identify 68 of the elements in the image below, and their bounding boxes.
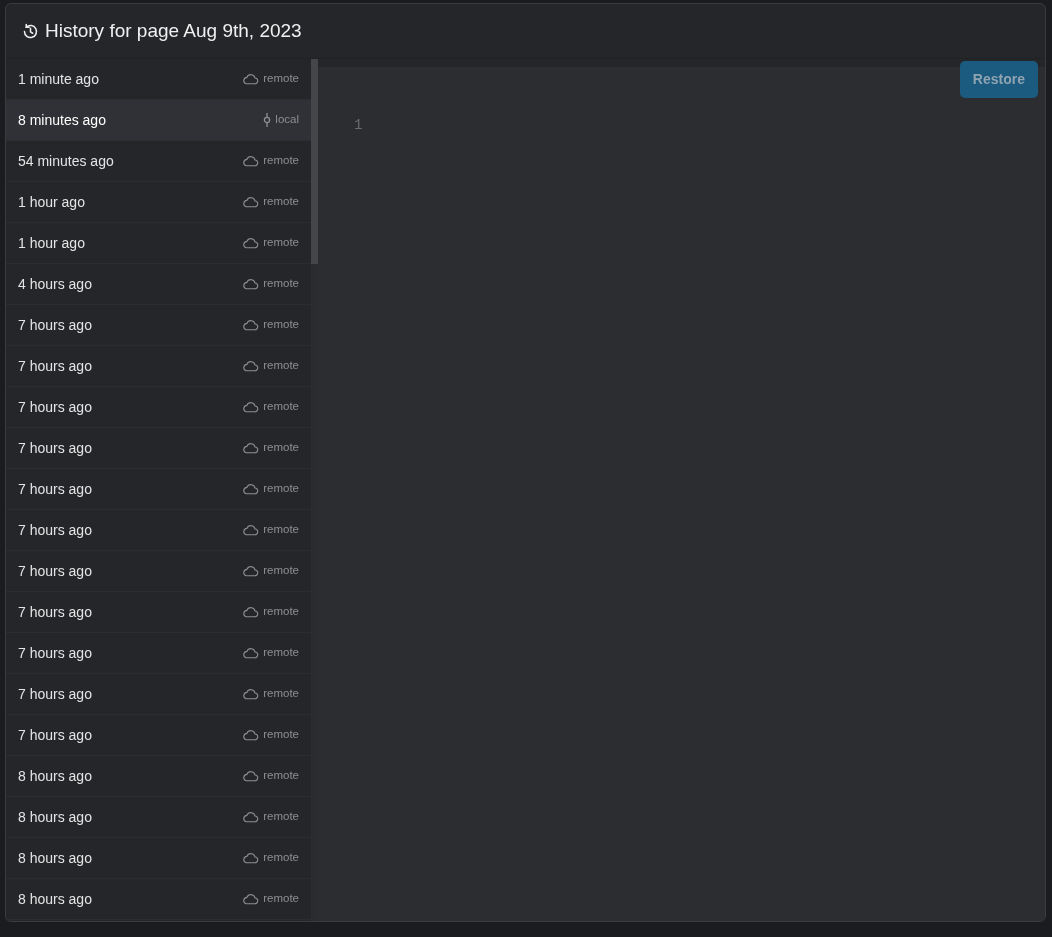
version-time: 7 hours ago [18,684,92,704]
source-label: remote [263,768,299,784]
source-label: remote [263,276,299,292]
version-time: 7 hours ago [18,315,92,335]
version-time: 7 hours ago [18,643,92,663]
source-label: local [275,112,299,128]
version-time: 8 hours ago [18,848,92,868]
cloud-icon [242,688,260,700]
scrollbar[interactable] [311,59,318,921]
version-time: 4 hours ago [18,274,92,294]
cloud-icon [242,237,260,249]
cloud-icon [242,155,260,167]
version-time: 8 hours ago [18,889,92,909]
version-time: 7 hours ago [18,561,92,581]
cloud-icon [242,319,260,331]
source-label: remote [263,522,299,538]
source-label: remote [263,440,299,456]
source-label: remote [263,604,299,620]
cloud-icon [242,196,260,208]
source-label: remote [263,235,299,251]
version-time: 7 hours ago [18,479,92,499]
version-time: 1 hour ago [18,233,85,253]
source-label: remote [263,850,299,866]
commit-icon [263,112,272,128]
version-time: 7 hours ago [18,725,92,745]
source-label: remote [263,809,299,825]
version-time: 7 hours ago [18,520,92,540]
cloud-icon [242,647,260,659]
source-label: remote [263,399,299,415]
source-label: remote [263,194,299,210]
cloud-icon [242,770,260,782]
version-time: 1 minute ago [18,69,99,89]
version-time: 8 minutes ago [18,110,106,130]
version-time: 7 hours ago [18,602,92,622]
cloud-icon [242,729,260,741]
cloud-icon [242,893,260,905]
source-label: remote [263,891,299,907]
cloud-icon [242,565,260,577]
source-label: remote [263,358,299,374]
source-label: remote [263,727,299,743]
cloud-icon [242,278,260,290]
version-time: 7 hours ago [18,356,92,376]
source-label: remote [263,481,299,497]
source-label: remote [263,317,299,333]
version-time: 8 hours ago [18,766,92,786]
source-label: remote [263,71,299,87]
version-time: 8 hours ago [18,807,92,827]
version-item[interactable]: 8 minutes ago local [6,100,311,141]
version-time: 7 hours ago [18,397,92,417]
cloud-icon [242,442,260,454]
cloud-icon [242,360,260,372]
cloud-icon [242,811,260,823]
source-label: remote [263,645,299,661]
cloud-icon [242,73,260,85]
version-time: 54 minutes ago [18,151,114,171]
source-label: remote [263,153,299,169]
line-number: 1 [354,116,364,135]
dialog-title: History for page Aug 9th, 2023 [45,18,302,43]
source-label: remote [263,686,299,702]
history-icon [22,22,39,40]
cloud-icon [242,606,260,618]
cloud-icon [242,483,260,495]
cloud-icon [242,852,260,864]
cloud-icon [242,401,260,413]
cloud-icon [242,524,260,536]
source-label: remote [263,563,299,579]
version-time: 1 hour ago [18,192,85,212]
version-time: 7 hours ago [18,438,92,458]
